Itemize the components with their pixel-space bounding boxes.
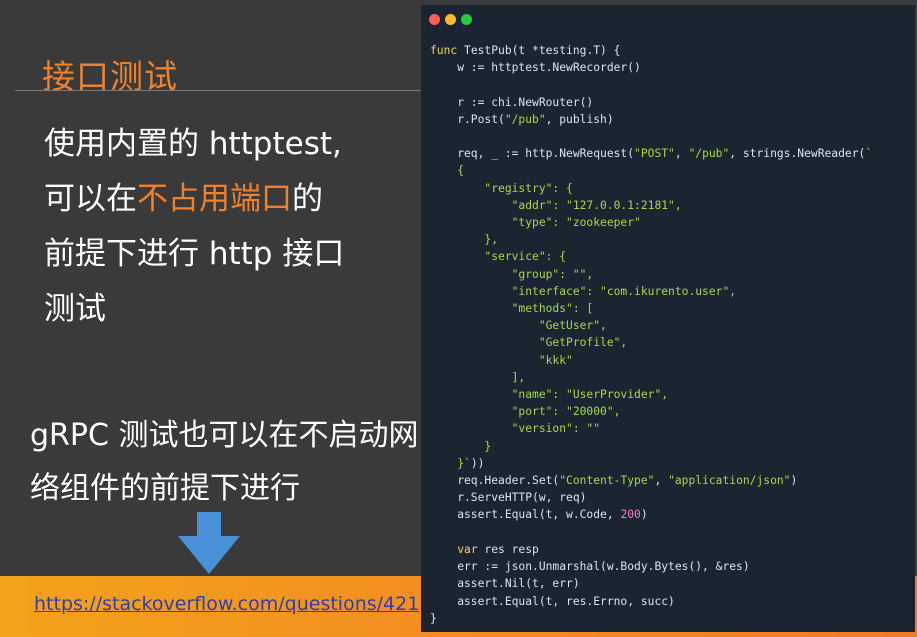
code-line: assert.Equal(t, w.Code, 200) <box>430 506 872 523</box>
code-line: req.Header.Set("Content-Type", "applicat… <box>430 472 872 489</box>
code-line: "group": "", <box>430 266 872 283</box>
code-token: "/pub" <box>688 147 730 161</box>
code-line: func TestPub(t *testing.T) { <box>430 42 872 59</box>
code-token: ` <box>865 147 873 161</box>
code-line: "name": "UserProvider", <box>430 386 872 403</box>
window-maximize-dot <box>461 14 472 25</box>
code-line: ​ <box>430 76 872 93</box>
bullet-text-segment: 可以在 <box>44 181 137 217</box>
code-token: "GetProfile", <box>430 336 628 350</box>
code-token: ) <box>640 508 648 522</box>
code-line: "GetProfile", <box>430 334 872 351</box>
code-line: }`)) <box>430 455 872 472</box>
code-token: }, <box>430 233 499 247</box>
code-token: TestPub(t *testing.T) { <box>457 44 621 57</box>
code-token: }` <box>430 456 471 470</box>
code-token: "interface": "com.ikurento.user", <box>430 284 737 298</box>
bullet-text-segment: 的 <box>292 181 323 217</box>
code-token: , publish) <box>545 112 614 126</box>
code-line: } <box>430 610 872 627</box>
code-token: , strings.NewReader( <box>729 147 866 161</box>
code-token: , <box>654 474 669 488</box>
code-token: err := json.Unmarshal(w.Body.Bytes(), &r… <box>430 560 750 574</box>
code-line: ], <box>430 369 872 386</box>
code-line: var res resp <box>430 541 872 558</box>
code-token: req.Header.Set( <box>430 474 560 488</box>
code-token: var <box>457 542 478 556</box>
arrow-down-icon <box>178 512 240 574</box>
highlight-text: 不占用端口 <box>137 181 292 217</box>
code-line: r.ServeHTTP(w, req) <box>430 489 872 506</box>
code-line: req, _ := http.NewRequest("POST", "/pub"… <box>430 145 872 162</box>
code-token: res resp <box>477 542 539 556</box>
stackoverflow-link[interactable]: https://stackoverflow.com/questions/4210 <box>34 593 419 615</box>
code-token: w := httptest.NewRecorder() <box>430 61 641 75</box>
code-line: "registry": { <box>430 180 872 197</box>
code-token: { <box>430 164 465 178</box>
code-line: err := json.Unmarshal(w.Body.Bytes(), &r… <box>430 558 872 575</box>
code-token: "GetUser", <box>430 319 607 333</box>
code-token: r.Post( <box>430 112 505 126</box>
code-line: r := chi.NewRouter() <box>430 94 872 111</box>
code-token: "service": { <box>430 250 567 264</box>
code-line: r.Post("/pub", publish) <box>430 111 872 128</box>
code-token: "POST" <box>634 147 675 161</box>
code-token: assert.Equal(t, res.Errno, succ) <box>430 594 675 608</box>
code-line: "interface": "com.ikurento.user", <box>430 283 872 300</box>
bullet-text: 使用内置的 httptest, 可以在不占用端口的 前提下进行 http 接口 … <box>44 117 404 337</box>
code-token: "group": "", <box>430 267 594 281</box>
code-block: func TestPub(t *testing.T) { w := httpte… <box>430 42 872 627</box>
title-divider <box>15 90 421 91</box>
code-token: "addr": "127.0.0.1:2181", <box>430 198 682 212</box>
code-token: "application/json" <box>668 474 791 488</box>
code-line: "port": "20000", <box>430 403 872 420</box>
code-line: ​ <box>430 524 872 541</box>
window-close-dot <box>429 14 440 25</box>
code-token: "type": "zookeeper" <box>430 216 641 230</box>
code-line: "kkk" <box>430 352 872 369</box>
code-line: "version": "" <box>430 420 872 437</box>
code-token: 200 <box>620 508 641 522</box>
code-token: func <box>430 44 458 57</box>
code-token: "registry": { <box>430 181 573 195</box>
code-token: "version": "" <box>430 422 601 436</box>
bullet-line-4: 测试 <box>44 291 106 327</box>
code-line: { <box>430 162 872 179</box>
code-line: "type": "zookeeper" <box>430 214 872 231</box>
code-token: "Content-Type" <box>559 474 655 488</box>
code-token: r.ServeHTTP(w, req) <box>430 491 587 505</box>
code-token: "kkk" <box>430 353 573 367</box>
code-token: req, _ := http.NewRequest( <box>430 147 635 161</box>
code-window: func TestPub(t *testing.T) { w := httpte… <box>421 5 915 632</box>
code-line: "methods": [ <box>430 300 872 317</box>
code-line: w := httptest.NewRecorder() <box>430 59 872 76</box>
code-line: "service": { <box>430 248 872 265</box>
code-token: assert.Nil(t, err) <box>430 577 580 591</box>
code-line: "GetUser", <box>430 317 872 334</box>
code-token: )) <box>470 456 485 470</box>
window-minimize-dot <box>445 14 456 25</box>
code-token: "methods": [ <box>430 302 594 316</box>
code-token: "port": "20000", <box>430 405 621 419</box>
bullet-line-1: 使用内置的 httptest, <box>44 126 342 162</box>
code-line: ​ <box>430 128 872 145</box>
code-token: r := chi.NewRouter() <box>430 95 594 109</box>
code-token: assert.Equal(t, w.Code, <box>430 508 621 522</box>
code-line: } <box>430 438 872 455</box>
code-line: "addr": "127.0.0.1:2181", <box>430 197 872 214</box>
code-token: , <box>674 147 689 161</box>
code-token: } <box>430 439 492 453</box>
code-token: } <box>430 611 437 625</box>
code-token: "name": "UserProvider", <box>430 388 669 402</box>
code-token: ], <box>430 370 526 384</box>
code-token: ) <box>790 474 798 488</box>
code-line: assert.Nil(t, err) <box>430 575 872 592</box>
code-line: assert.Equal(t, res.Errno, succ) <box>430 593 872 610</box>
code-token: "/pub" <box>504 112 546 126</box>
bullet-line-3: 前提下进行 http 接口 <box>44 236 345 272</box>
grpc-note: gRPC 测试也可以在不启动网络组件的前提下进行 <box>30 418 419 506</box>
code-line: }, <box>430 231 872 248</box>
